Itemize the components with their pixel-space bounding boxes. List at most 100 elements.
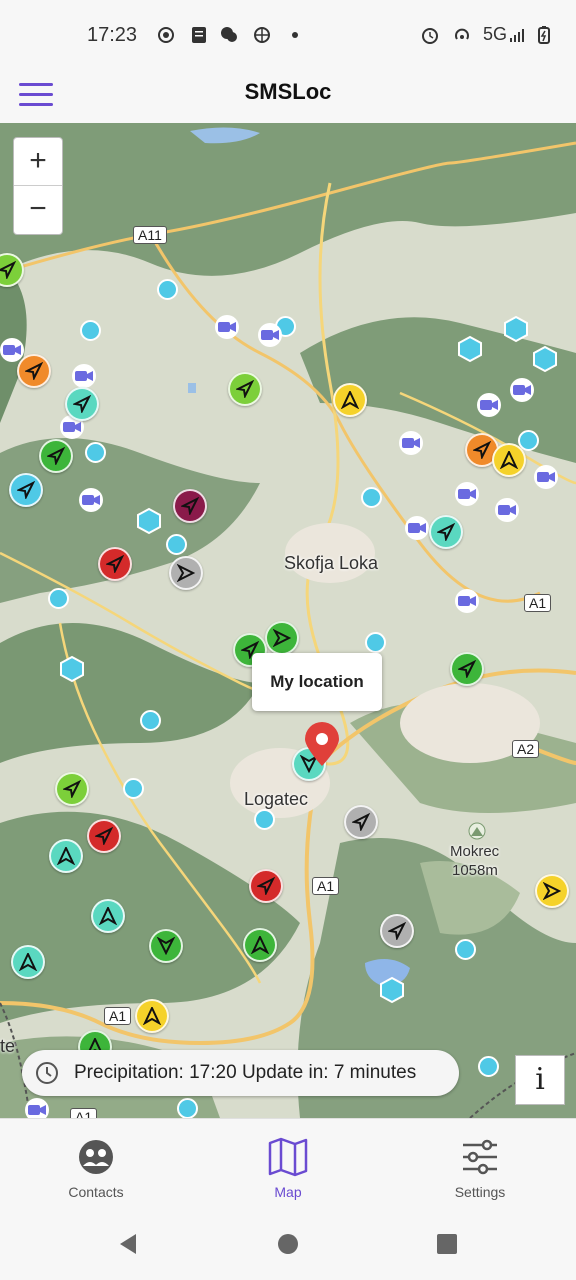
dot-icon xyxy=(292,32,298,38)
recents-icon[interactable] xyxy=(435,1232,459,1256)
zoom-out-button[interactable]: − xyxy=(14,186,62,233)
place-label-elevation: 1058m xyxy=(452,862,498,879)
contacts-icon xyxy=(79,1140,113,1174)
webcam-icon[interactable] xyxy=(534,465,558,489)
battery-icon xyxy=(538,26,550,44)
contact-marker[interactable] xyxy=(344,805,378,839)
webcam-icon[interactable] xyxy=(258,323,282,347)
bottom-navigation: Contacts Map Settings xyxy=(0,1118,576,1209)
app-bar: SMSLoc xyxy=(0,66,576,123)
precipitation-text: Precipitation: 17:20 Update in: 7 minute… xyxy=(74,1062,417,1083)
webcam-icon[interactable] xyxy=(25,1098,49,1118)
weather-dot[interactable] xyxy=(140,710,161,731)
contact-marker[interactable] xyxy=(380,914,414,948)
weather-dot[interactable] xyxy=(254,809,275,830)
hexagon-marker[interactable] xyxy=(531,345,559,373)
weather-dot[interactable] xyxy=(85,442,106,463)
hexagon-marker[interactable] xyxy=(378,976,406,1004)
webcam-icon[interactable] xyxy=(510,378,534,402)
contact-marker[interactable] xyxy=(11,945,45,979)
contact-marker[interactable] xyxy=(9,473,43,507)
app-title: SMSLoc xyxy=(244,79,332,104)
nav-label: Settings xyxy=(454,1184,506,1200)
home-icon[interactable] xyxy=(276,1232,300,1256)
contact-marker[interactable] xyxy=(98,547,132,581)
webcam-icon[interactable] xyxy=(72,364,96,388)
network-type: 5G xyxy=(483,24,508,44)
precipitation-banner[interactable]: Precipitation: 17:20 Update in: 7 minute… xyxy=(22,1050,459,1096)
webcam-icon[interactable] xyxy=(477,393,501,417)
contact-marker[interactable] xyxy=(249,869,283,903)
contact-marker[interactable] xyxy=(55,772,89,806)
contact-marker[interactable] xyxy=(39,439,73,473)
alarm-icon xyxy=(422,28,438,44)
webcam-icon[interactable] xyxy=(0,338,24,362)
chat-icon xyxy=(221,27,237,42)
system-navigation xyxy=(0,1208,576,1280)
webcam-icon[interactable] xyxy=(495,498,519,522)
weather-dot[interactable] xyxy=(177,1098,198,1118)
contact-marker[interactable] xyxy=(91,899,125,933)
peak-icon xyxy=(468,822,486,840)
contact-marker[interactable] xyxy=(265,621,299,655)
zoom-in-button[interactable]: + xyxy=(14,138,62,186)
road-label: A2 xyxy=(512,740,540,758)
nav-settings[interactable]: Settings xyxy=(410,1119,550,1209)
hexagon-marker[interactable] xyxy=(456,335,484,363)
weather-dot[interactable] xyxy=(48,588,69,609)
contact-marker[interactable] xyxy=(49,839,83,873)
weather-dot[interactable] xyxy=(365,632,386,653)
nav-label: Map xyxy=(274,1184,302,1200)
hexagon-marker[interactable] xyxy=(502,315,530,343)
sliders-icon xyxy=(463,1139,497,1175)
zoom-controls: + − xyxy=(13,137,63,235)
contact-marker[interactable] xyxy=(87,819,121,853)
contact-marker[interactable] xyxy=(535,874,569,908)
contact-marker[interactable] xyxy=(450,652,484,686)
webcam-icon[interactable] xyxy=(399,431,423,455)
weather-dot[interactable] xyxy=(478,1056,499,1077)
weather-dot[interactable] xyxy=(123,778,144,799)
status-time: 17:23 xyxy=(87,24,138,46)
webcam-icon[interactable] xyxy=(405,516,429,540)
nav-label: Contacts xyxy=(68,1184,124,1200)
contact-marker[interactable] xyxy=(173,489,207,523)
map-terrain xyxy=(0,123,576,1118)
contact-marker[interactable] xyxy=(243,928,277,962)
weather-dot[interactable] xyxy=(361,487,382,508)
contact-marker[interactable] xyxy=(333,383,367,417)
nav-contacts[interactable]: Contacts xyxy=(26,1119,166,1209)
map-view[interactable]: A11 A1 A2 A1 A1 A1 Skofja Loka Logatec M… xyxy=(0,123,576,1118)
clock-icon xyxy=(36,1062,58,1084)
weather-dot[interactable] xyxy=(157,279,178,300)
contact-marker[interactable] xyxy=(149,929,183,963)
place-label-skofja-loka: Skofja Loka xyxy=(284,553,379,573)
hotspot-icon xyxy=(455,28,469,40)
webcam-icon[interactable] xyxy=(215,315,239,339)
hexagon-marker[interactable] xyxy=(58,655,86,683)
status-bar: 17:23 5G xyxy=(0,0,576,66)
nav-map[interactable]: Map xyxy=(218,1119,358,1209)
info-button[interactable]: i xyxy=(515,1055,565,1105)
back-icon[interactable] xyxy=(116,1232,140,1256)
weather-dot[interactable] xyxy=(80,320,101,341)
road-label: A1 xyxy=(312,877,340,895)
webcam-icon[interactable] xyxy=(455,482,479,506)
contact-marker[interactable] xyxy=(169,556,203,590)
webcam-icon[interactable] xyxy=(79,488,103,512)
webcam-icon[interactable] xyxy=(455,589,479,613)
contact-marker[interactable] xyxy=(17,354,51,388)
my-location-popup[interactable]: My location xyxy=(252,653,382,711)
contact-marker[interactable] xyxy=(429,515,463,549)
my-location-pin-icon[interactable] xyxy=(303,722,341,768)
contact-marker[interactable] xyxy=(228,372,262,406)
contact-marker[interactable] xyxy=(65,387,99,421)
contact-marker[interactable] xyxy=(492,443,526,477)
map-icon xyxy=(268,1137,308,1177)
document-icon xyxy=(192,27,206,43)
weather-dot[interactable] xyxy=(455,939,476,960)
contact-marker[interactable] xyxy=(135,999,169,1033)
weather-dot[interactable] xyxy=(166,534,187,555)
road-label: A11 xyxy=(133,226,167,244)
hexagon-marker[interactable] xyxy=(135,507,163,535)
